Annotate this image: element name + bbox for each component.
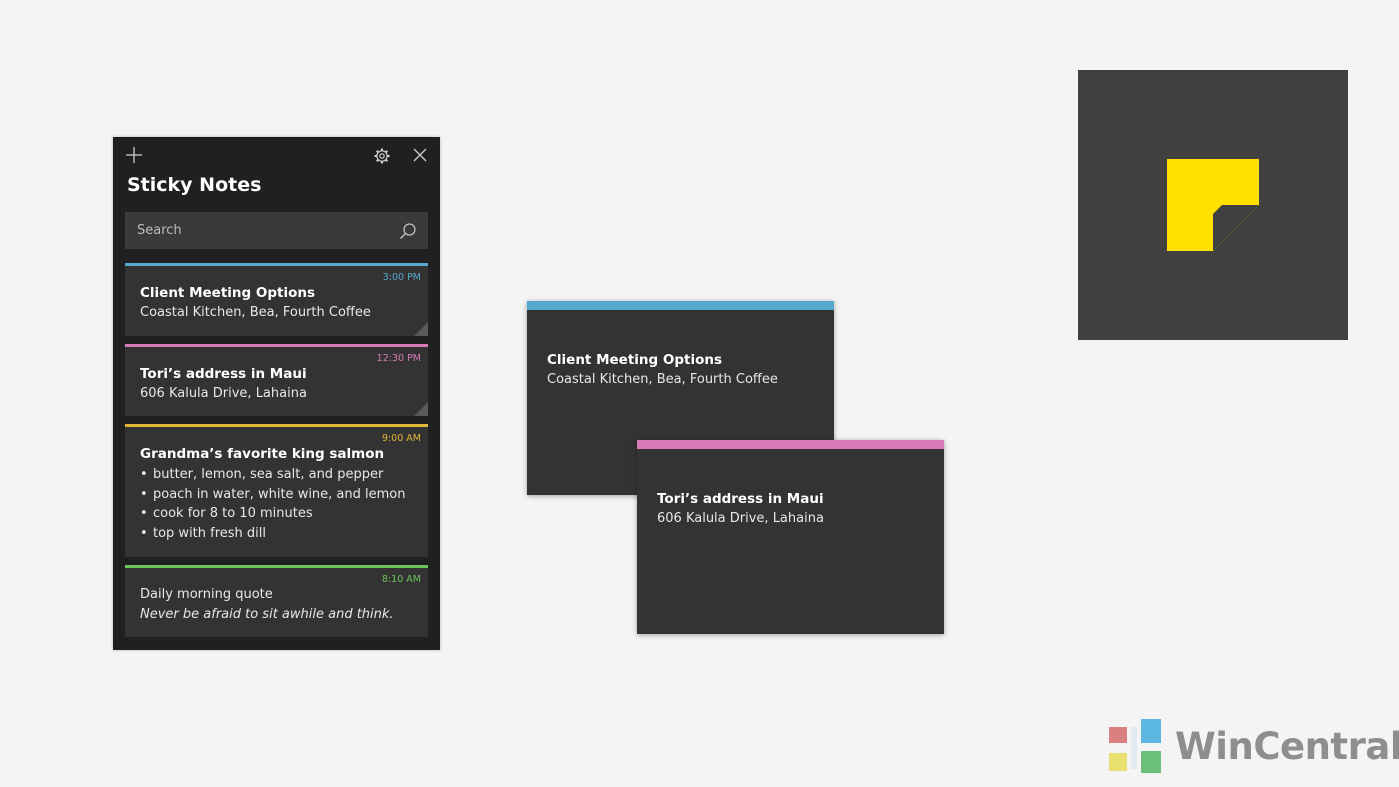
note-title: Client Meeting Options <box>547 352 723 368</box>
note-time: 3:00 PM <box>382 272 421 283</box>
search-button[interactable] <box>399 222 417 240</box>
note-title: Tori’s address in Maui <box>657 491 824 507</box>
app-tile <box>1078 70 1348 340</box>
bullet: • <box>140 525 148 541</box>
note-body: 606 Kalula Drive, Lahaina <box>140 386 307 401</box>
list-item: • poach in water, white wine, and lemon <box>140 487 406 507</box>
note-time: 9:00 AM <box>381 433 421 444</box>
floating-note[interactable]: Tori’s address in Maui 606 Kalula Drive,… <box>637 440 944 634</box>
list-item-text: top with fresh dill <box>153 525 267 541</box>
note-card[interactable]: 12:30 PM Tori’s address in Maui 606 Kalu… <box>125 344 428 416</box>
list-item: • top with fresh dill <box>140 526 406 546</box>
list-item-text: butter, lemon, sea salt, and pepper <box>153 467 384 482</box>
settings-button[interactable] <box>373 147 391 165</box>
search-input[interactable] <box>126 213 386 248</box>
new-note-button[interactable] <box>125 146 143 164</box>
note-title: Tori’s address in Maui <box>140 366 307 382</box>
note-body: Coastal Kitchen, Bea, Fourth Coffee <box>547 372 778 387</box>
note-title: Grandma’s favorite king salmon <box>140 446 385 462</box>
page-title: Sticky Notes <box>127 174 262 196</box>
list-item: • butter, lemon, sea salt, and pepper <box>140 467 406 487</box>
bullet: • <box>140 467 148 482</box>
note-checklist: • butter, lemon, sea salt, and pepper • po… <box>140 467 406 545</box>
note-time: 8:10 AM <box>381 574 421 585</box>
plus-icon <box>126 147 142 163</box>
note-fold-corner <box>414 322 428 336</box>
note-body: Never be afraid to sit awhile and think. <box>140 607 394 622</box>
wincentral-wordmark: WinCentral <box>1175 725 1399 768</box>
list-item-text: poach in water, white wine, and lemon <box>153 486 406 502</box>
note-body: 606 Kalula Drive, Lahaina <box>657 511 824 526</box>
note-body: Coastal Kitchen, Bea, Fourth Coffee <box>140 305 371 320</box>
sticky-note-icon <box>1167 159 1259 251</box>
wincentral-logo-icon <box>1109 719 1161 773</box>
note-time: 12:30 PM <box>376 353 421 364</box>
note-title: Client Meeting Options <box>140 285 316 301</box>
note-title: Daily morning quote <box>140 587 273 602</box>
wincentral-watermark: WinCentral <box>1105 717 1399 779</box>
close-button[interactable] <box>412 147 428 163</box>
note-card[interactable]: 8:10 AM Daily morning quote Never be afr… <box>125 565 428 637</box>
bullet: • <box>140 486 148 502</box>
search-box <box>125 212 428 249</box>
close-icon <box>413 148 427 162</box>
list-item: • cook for 8 to 10 minutes <box>140 506 406 526</box>
gear-icon <box>374 148 390 164</box>
search-icon <box>399 223 416 240</box>
list-item-text: cook for 8 to 10 minutes <box>153 506 313 521</box>
note-card[interactable]: 9:00 AM Grandma’s favorite king salmon •… <box>125 424 428 557</box>
note-card[interactable]: 3:00 PM Client Meeting Options Coastal K… <box>125 263 428 336</box>
bullet: • <box>140 506 148 521</box>
title-bar <box>113 137 440 173</box>
sticky-notes-window: Sticky Notes 3:00 PM Client Meeting Opti… <box>113 137 440 650</box>
note-fold-corner <box>414 402 428 416</box>
